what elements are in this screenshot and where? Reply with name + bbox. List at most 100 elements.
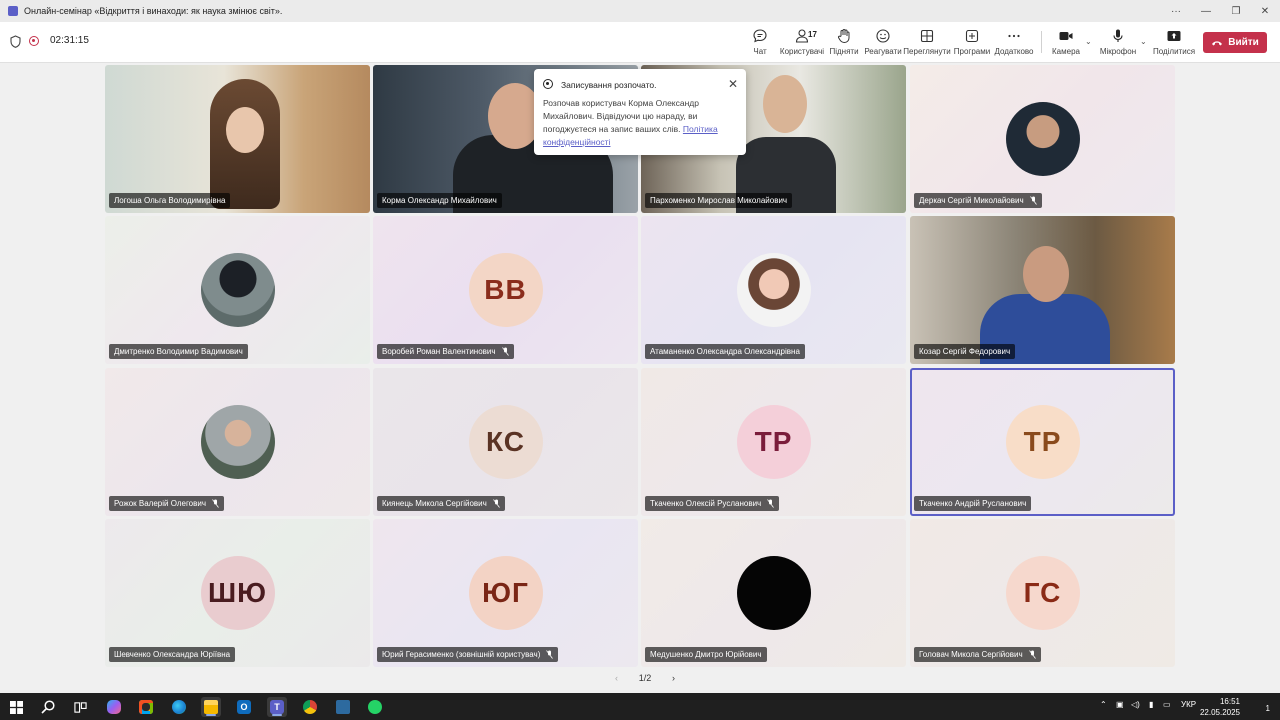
share-button[interactable]: Поділитися (1150, 26, 1198, 60)
participant-name: Ткаченко Олексій Русланович (650, 499, 762, 508)
mic-muted-icon (1029, 196, 1037, 205)
apps-button[interactable]: Програми (948, 26, 996, 60)
participant-name-tag: Ткаченко Андрій Русланович (914, 496, 1032, 511)
participant-name: Медушенко Дмитро Юрійович (650, 650, 762, 659)
participant-avatar-photo (736, 556, 811, 630)
start-icon[interactable] (6, 697, 26, 717)
participant-tile[interactable]: Атаманенко Олександра Олександрівна (641, 216, 906, 364)
minimize-button[interactable]: — (1191, 0, 1221, 22)
leave-label: Вийти (1228, 37, 1259, 48)
participant-name: Головач Микола Сергійович (919, 650, 1023, 659)
share-screen-icon (1167, 31, 1181, 41)
participant-name: Логоша Ольга Володимирівна (114, 196, 226, 205)
teams-tray-icon[interactable]: ▣ (1116, 700, 1124, 709)
camera-options-chevron-icon[interactable]: ⌄ (1085, 37, 1092, 46)
microphone-tray-icon[interactable]: ▮ (1149, 700, 1153, 709)
recording-icon (543, 79, 553, 89)
more-actions-label: Додатково (994, 47, 1034, 56)
people-button[interactable]: 17 Користувачі (778, 26, 826, 60)
participant-tile[interactable]: ШЮ Шевченко Олександра Юріївна (105, 519, 370, 667)
close-icon[interactable]: ✕ (728, 77, 738, 91)
clock-date: 22.05.2025 (1199, 708, 1240, 717)
notifications-icon[interactable]: 1 (1254, 699, 1270, 713)
edge-icon[interactable] (169, 697, 189, 717)
participant-tile[interactable]: Дмитренко Володимир Вадимович (105, 216, 370, 364)
participant-name: Воробей Роман Валентинович (382, 347, 496, 356)
apps-label: Програми (953, 47, 991, 56)
camera-icon (1059, 32, 1073, 40)
participant-video-face (1023, 246, 1069, 302)
share-label: Поділитися (1152, 47, 1196, 56)
participant-tile[interactable]: Козар Сергій Федорович (910, 216, 1175, 364)
network-icon[interactable]: ▭ (1163, 700, 1171, 709)
participant-name: Корма Олександр Михайлович (382, 196, 497, 205)
camera-button[interactable]: Камера (1042, 26, 1090, 60)
participant-name-tag: Ткаченко Олексій Русланович (645, 496, 780, 511)
window-titlebar: Онлайн-семінар «Відкриття і винаходи: як… (0, 0, 1280, 22)
participant-avatar-initials: КС (468, 405, 543, 479)
participant-tile[interactable]: ЮГ Юрий Герасименко (зовнішній користува… (373, 519, 638, 667)
teams-icon[interactable]: T (267, 697, 287, 717)
recording-icon (29, 36, 39, 46)
participant-avatar-photo (200, 253, 275, 327)
file-explorer-icon[interactable] (201, 697, 221, 717)
participant-name-tag: Пархоменко Мирослав Миколайович (645, 193, 793, 208)
participant-name-tag: Деркач Сергій Миколайович (914, 193, 1042, 208)
participant-tile[interactable]: КС Киянець Микола Сергійович (373, 368, 638, 516)
participant-tile[interactable]: ТР Ткаченко Олексій Русланович (641, 368, 906, 516)
participant-name-tag: Головач Микола Сергійович (914, 647, 1041, 662)
system-clock[interactable]: 16:51 22.05.2025 (1200, 696, 1240, 718)
participant-tile[interactable]: Рожок Валерій Олегович (105, 368, 370, 516)
meeting-stage: Логоша Ольга Володимирівна Корма Олексан… (0, 63, 1280, 693)
windows-taskbar: O T ⌃ ▣ ◁) ▮ ▭ УКР 16:51 22.05.2025 1 (0, 693, 1280, 720)
participant-tile[interactable]: Логоша Ольга Володимирівна (105, 65, 370, 213)
participant-video-face (226, 107, 264, 153)
microphone-button[interactable]: Мікрофон (1094, 26, 1142, 60)
participant-tile[interactable]: ВВ Воробей Роман Валентинович (373, 216, 638, 364)
volume-icon[interactable]: ◁) (1131, 700, 1140, 709)
chat-button[interactable]: Чат (736, 26, 784, 60)
close-button[interactable]: ✕ (1250, 0, 1280, 22)
add-apps-icon (965, 29, 979, 43)
chrome-icon[interactable] (300, 697, 320, 717)
mic-muted-icon (1028, 650, 1036, 659)
hang-up-icon (1212, 40, 1223, 45)
participant-name: Киянець Микола Сергійович (382, 499, 487, 508)
show-hidden-icons-icon[interactable]: ⌃ (1100, 700, 1107, 709)
more-options-icon[interactable]: ··· (1161, 0, 1191, 22)
microphone-icon (1113, 29, 1123, 42)
input-language[interactable]: УКР (1181, 700, 1196, 709)
participant-name-tag: Киянець Микола Сергійович (377, 496, 505, 511)
whatsapp-icon[interactable] (365, 697, 385, 717)
mic-muted-icon (546, 650, 554, 659)
react-button[interactable]: Реагувати (859, 26, 907, 60)
participant-tile[interactable]: Деркач Сергій Миколайович (910, 65, 1175, 213)
notification-title: Записування розпочато. (561, 80, 657, 90)
layout-grid-icon (920, 29, 934, 43)
store-icon[interactable] (136, 697, 156, 717)
previous-page-chevron-icon[interactable]: ‹ (615, 673, 618, 683)
hand-icon (837, 29, 850, 44)
view-button[interactable]: Переглянути (903, 26, 951, 60)
participant-name: Юрий Герасименко (зовнішній користувач) (382, 650, 541, 659)
participant-tile-active-speaker[interactable]: ТР Ткаченко Андрій Русланович (910, 368, 1175, 516)
participant-name: Козар Сергій Федорович (919, 347, 1011, 356)
maximize-button[interactable]: ❐ (1221, 0, 1251, 22)
teams-logo-icon (8, 6, 18, 16)
participant-name-tag: Корма Олександр Михайлович (377, 193, 502, 208)
next-page-chevron-icon[interactable]: › (672, 673, 675, 683)
leave-button[interactable]: Вийти (1203, 32, 1267, 53)
copilot-icon[interactable] (104, 697, 124, 717)
participant-tile[interactable]: Медушенко Дмитро Юрійович (641, 519, 906, 667)
participant-name-tag: Дмитренко Володимир Вадимович (109, 344, 248, 359)
outlook-icon[interactable]: O (234, 697, 254, 717)
participant-name: Деркач Сергій Миколайович (919, 196, 1024, 205)
calculator-icon[interactable] (333, 697, 353, 717)
page-indicator: 1/2 (638, 673, 652, 683)
microphone-options-chevron-icon[interactable]: ⌄ (1140, 37, 1147, 46)
more-actions-button[interactable]: Додатково (990, 26, 1038, 60)
participant-tile[interactable]: ГС Головач Микола Сергійович (910, 519, 1175, 667)
react-label: Реагувати (864, 47, 902, 56)
search-icon[interactable] (38, 697, 58, 717)
task-view-icon[interactable] (70, 697, 90, 717)
